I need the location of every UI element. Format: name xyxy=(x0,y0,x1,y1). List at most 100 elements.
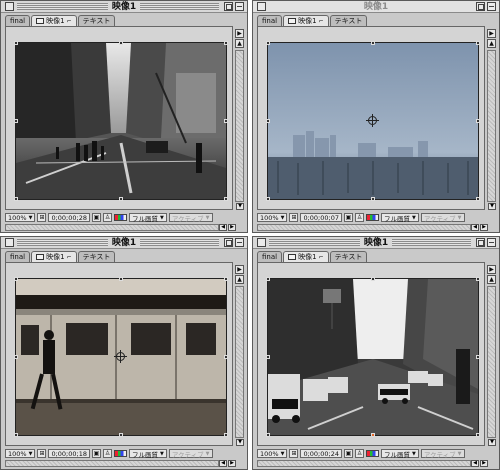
zoom-box-icon[interactable] xyxy=(476,2,485,11)
snapshot-icon[interactable]: ▣ xyxy=(343,449,353,458)
layer-handle[interactable] xyxy=(266,355,270,359)
scroll-down-icon[interactable]: ▼ xyxy=(236,439,244,446)
zoom-box-icon[interactable] xyxy=(476,238,485,247)
scroll-up-icon[interactable]: ▲ xyxy=(235,275,244,284)
zoom-dropdown[interactable]: 100% ▼ xyxy=(257,449,288,458)
scroll-down-icon[interactable]: ▼ xyxy=(488,203,496,210)
region-of-interest-icon[interactable]: ⊞ xyxy=(37,449,47,458)
rgb-channel-icon[interactable] xyxy=(113,214,127,221)
collapse-box-icon[interactable] xyxy=(235,238,244,247)
layer-handle[interactable] xyxy=(14,277,18,281)
layer-handle[interactable] xyxy=(266,277,270,281)
scroll-down-icon[interactable]: ▼ xyxy=(236,203,244,210)
layer-handle[interactable] xyxy=(14,433,18,437)
layer-handle[interactable] xyxy=(371,197,375,201)
layer-handle[interactable] xyxy=(224,41,228,45)
scroll-down-icon[interactable]: ▼ xyxy=(488,439,496,446)
show-snapshot-icon[interactable]: ♙ xyxy=(102,449,112,458)
layer-handle[interactable] xyxy=(476,41,480,45)
layer-handle[interactable] xyxy=(371,41,375,45)
layer-handle[interactable] xyxy=(476,277,480,281)
layer-handle[interactable] xyxy=(224,277,228,281)
title-bar[interactable]: 映像1 xyxy=(253,237,499,249)
layer-handle[interactable] xyxy=(224,355,228,359)
horizontal-scrollbar[interactable] xyxy=(257,224,471,231)
composition-frame[interactable] xyxy=(16,43,226,199)
layer-handle[interactable] xyxy=(266,119,270,123)
zoom-box-icon[interactable] xyxy=(224,2,233,11)
layer-handle[interactable] xyxy=(476,197,480,201)
zoom-dropdown[interactable]: 100% ▼ xyxy=(257,213,288,222)
layer-handle[interactable] xyxy=(14,119,18,123)
resolution-dropdown[interactable]: フル画質 ▼ xyxy=(128,449,167,459)
layer-handle[interactable] xyxy=(224,433,228,437)
resolution-dropdown[interactable]: フル画質 ▼ xyxy=(128,213,167,223)
vertical-scrollbar[interactable] xyxy=(235,286,244,438)
region-of-interest-icon[interactable]: ⊞ xyxy=(289,213,299,222)
anchor-point-icon[interactable] xyxy=(366,114,379,127)
tab-text[interactable]: テキスト xyxy=(329,251,368,262)
tab-final[interactable]: final xyxy=(257,15,283,26)
layer-handle[interactable] xyxy=(371,277,375,281)
scroll-left-icon[interactable]: ◀ xyxy=(219,224,227,231)
zoom-box-icon[interactable] xyxy=(224,238,233,247)
title-bar[interactable]: 映像1 xyxy=(1,237,247,249)
show-snapshot-icon[interactable]: ♙ xyxy=(354,449,364,458)
active-camera-dropdown[interactable]: アクティブ ▼ xyxy=(168,213,213,223)
scroll-right-icon[interactable]: ▶ xyxy=(480,224,488,231)
region-of-interest-icon[interactable]: ⊞ xyxy=(37,213,47,222)
tab-final[interactable]: final xyxy=(5,15,31,26)
tab-text[interactable]: テキスト xyxy=(77,15,116,26)
horizontal-scrollbar[interactable] xyxy=(5,224,219,231)
scroll-right-icon[interactable]: ▶ xyxy=(228,224,236,231)
layer-handle[interactable] xyxy=(224,119,228,123)
tab-composition[interactable]: 映像1 ⌐ xyxy=(283,15,329,26)
layer-handle[interactable] xyxy=(476,433,480,437)
title-bar[interactable]: 映像1 xyxy=(1,1,247,13)
scroll-right-icon[interactable]: ▶ xyxy=(480,460,488,467)
active-camera-dropdown[interactable]: アクティブ ▼ xyxy=(168,449,213,459)
title-bar[interactable]: 映像1 xyxy=(253,1,499,13)
layer-handle[interactable] xyxy=(119,277,123,281)
timecode-field[interactable]: 0;00;00;28 xyxy=(48,213,90,222)
vertical-scrollbar[interactable] xyxy=(235,50,244,202)
panel-menu-arrow-icon[interactable]: ▶ xyxy=(235,265,244,274)
layer-handle[interactable] xyxy=(266,433,270,437)
scroll-left-icon[interactable]: ◀ xyxy=(219,460,227,467)
show-snapshot-icon[interactable]: ♙ xyxy=(102,213,112,222)
tab-composition[interactable]: 映像1 ⌐ xyxy=(31,251,77,262)
layer-handle[interactable] xyxy=(14,355,18,359)
layer-handle[interactable] xyxy=(119,433,123,437)
collapse-box-icon[interactable] xyxy=(487,238,496,247)
tab-composition[interactable]: 映像1 ⌐ xyxy=(283,251,329,262)
timecode-field[interactable]: 0;00;00;24 xyxy=(300,449,342,458)
horizontal-scrollbar[interactable] xyxy=(5,460,219,467)
tab-final[interactable]: final xyxy=(5,251,31,262)
zoom-dropdown[interactable]: 100% ▼ xyxy=(5,213,36,222)
tab-text[interactable]: テキスト xyxy=(329,15,368,26)
layer-handle[interactable] xyxy=(14,197,18,201)
timecode-field[interactable]: 0;00;00;18 xyxy=(48,449,90,458)
panel-menu-arrow-icon[interactable]: ▶ xyxy=(235,29,244,38)
snapshot-icon[interactable]: ▣ xyxy=(91,213,101,222)
vertical-scrollbar[interactable] xyxy=(487,50,496,202)
rgb-channel-icon[interactable] xyxy=(113,450,127,457)
collapse-box-icon[interactable] xyxy=(235,2,244,11)
scroll-up-icon[interactable]: ▲ xyxy=(487,275,496,284)
region-of-interest-icon[interactable]: ⊞ xyxy=(289,449,299,458)
rgb-channel-icon[interactable] xyxy=(365,214,379,221)
show-snapshot-icon[interactable]: ♙ xyxy=(354,213,364,222)
scroll-right-icon[interactable]: ▶ xyxy=(228,460,236,467)
panel-menu-arrow-icon[interactable]: ▶ xyxy=(487,29,496,38)
scroll-up-icon[interactable]: ▲ xyxy=(235,39,244,48)
composition-frame[interactable] xyxy=(268,279,478,435)
resolution-dropdown[interactable]: フル画質 ▼ xyxy=(380,449,419,459)
panel-menu-arrow-icon[interactable]: ▶ xyxy=(487,265,496,274)
rgb-channel-icon[interactable] xyxy=(365,450,379,457)
resolution-dropdown[interactable]: フル画質 ▼ xyxy=(380,213,419,223)
layer-handle[interactable] xyxy=(266,197,270,201)
snapshot-icon[interactable]: ▣ xyxy=(91,449,101,458)
active-camera-dropdown[interactable]: アクティブ ▼ xyxy=(420,213,465,223)
layer-handle[interactable] xyxy=(266,41,270,45)
anchor-point-icon[interactable] xyxy=(114,350,127,363)
